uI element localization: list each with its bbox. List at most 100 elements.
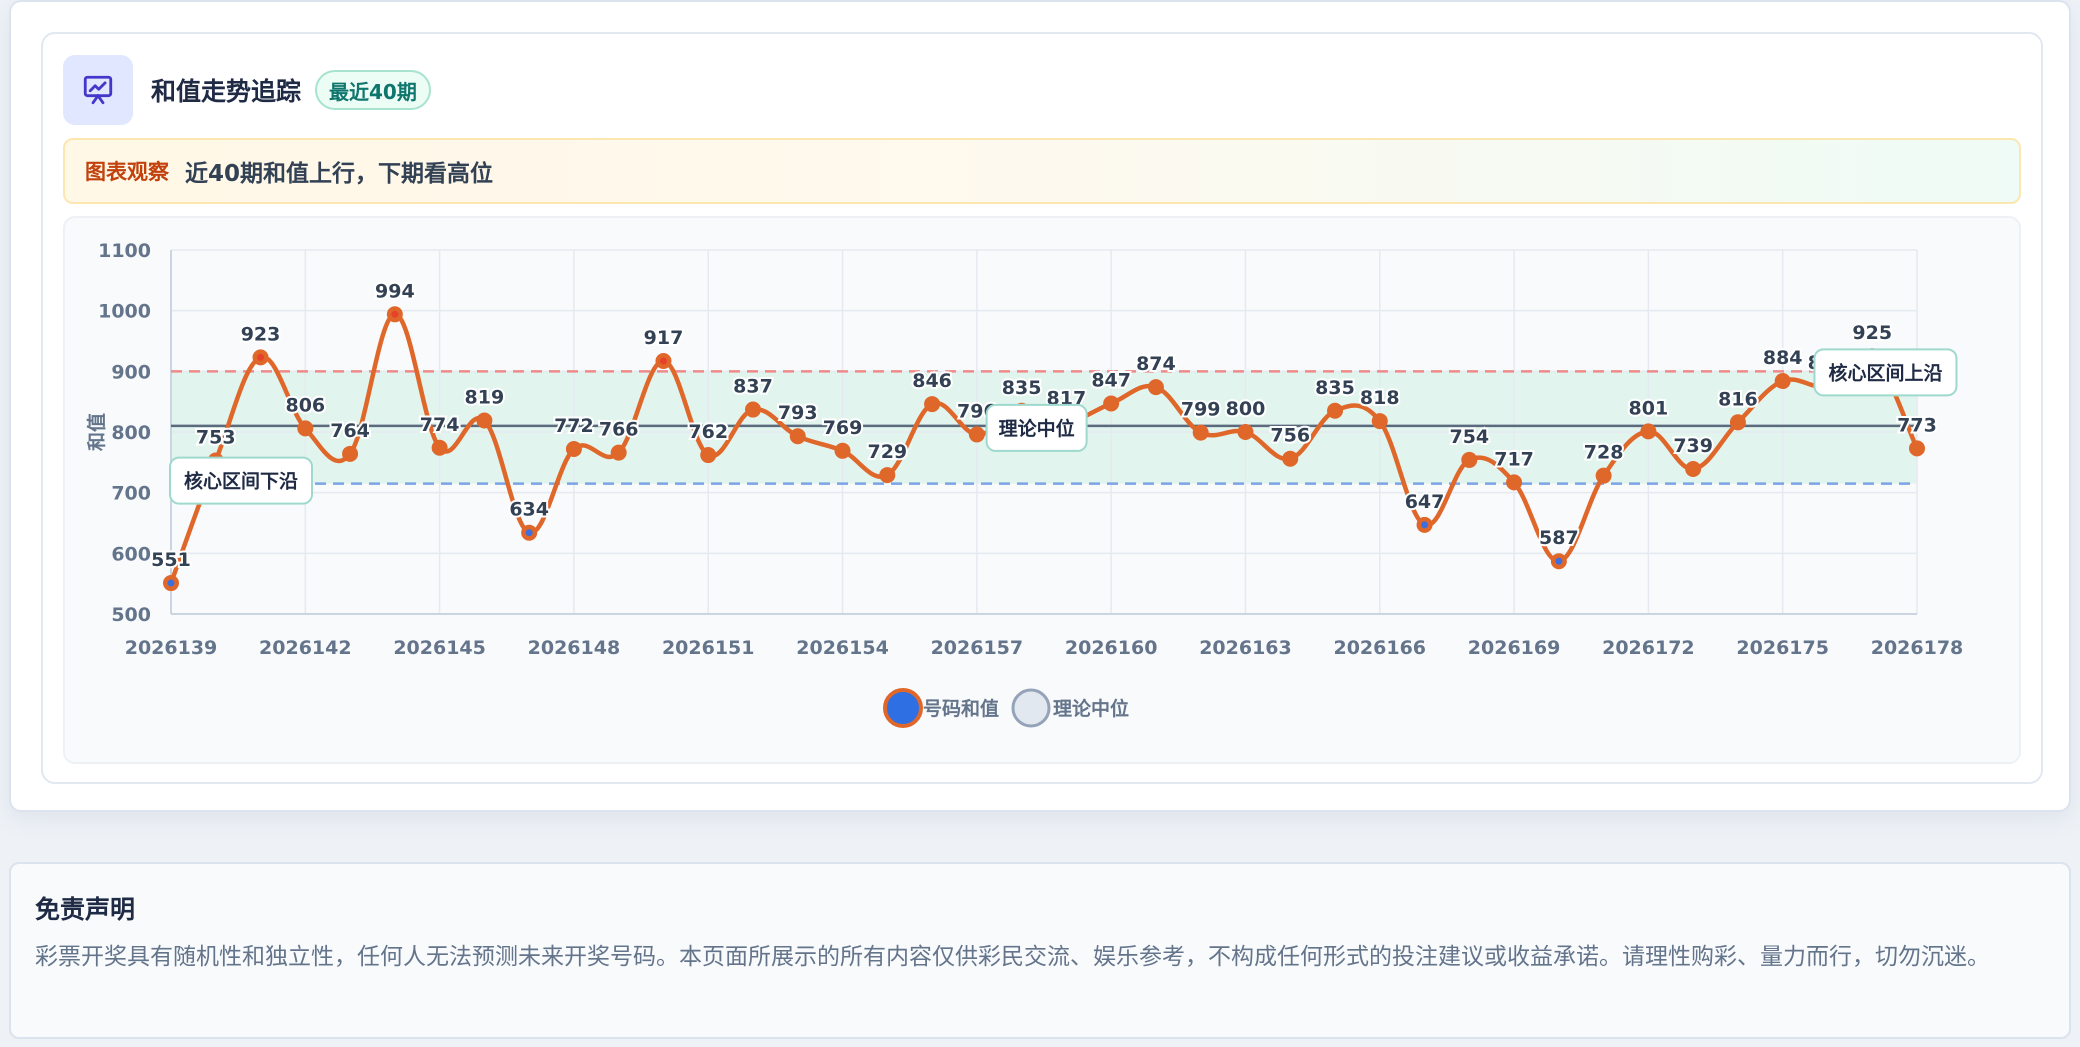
data-point — [1461, 451, 1478, 468]
data-point — [1640, 423, 1657, 440]
data-label: 739 — [1673, 435, 1713, 457]
data-label: 773 — [1897, 414, 1937, 436]
data-point — [1327, 402, 1343, 419]
disclaimer-section: 免责声明 彩票开奖具有随机性和独立性，任何人无法预测未来开奖号码。本页面所展示的… — [9, 862, 2071, 1039]
data-point — [834, 442, 851, 459]
data-label: 806 — [285, 394, 325, 416]
data-point — [297, 420, 314, 437]
data-label: 756 — [1270, 425, 1310, 447]
data-point-marker — [167, 579, 175, 587]
data-point — [1147, 379, 1164, 396]
data-point — [1282, 450, 1299, 467]
data-point — [968, 426, 985, 443]
x-tick-label: 2026139 — [125, 637, 218, 659]
x-tick-label: 2026172 — [1602, 637, 1695, 659]
data-label: 717 — [1494, 448, 1534, 470]
data-label: 846 — [912, 370, 952, 392]
data-label: 764 — [330, 420, 370, 442]
data-label: 923 — [241, 323, 281, 345]
data-label: 835 — [1315, 377, 1355, 399]
data-point-marker — [391, 310, 399, 318]
data-label: 994 — [375, 280, 415, 302]
legend-series-label: 号码和值 — [923, 697, 999, 720]
data-label: 816 — [1718, 388, 1758, 410]
data-label: 837 — [733, 376, 773, 398]
data-label: 793 — [778, 402, 818, 424]
data-label: 884 — [1763, 347, 1803, 369]
data-label: 774 — [420, 414, 460, 436]
insight-text: 近40期和值上行，下期看高位 — [185, 161, 494, 187]
trend-card: 和值走势追踪 最近40期 图表观察 近40期和值上行，下期看高位 500 600 7… — [9, 0, 2071, 812]
chart-panel: 和值走势追踪 最近40期 图表观察 近40期和值上行，下期看高位 500 600 7… — [41, 32, 2043, 784]
median-annotation: 理论中位 — [985, 403, 1088, 452]
lower-bound-annotation-text: 核心区间下沿 — [184, 470, 298, 493]
presentation-chart-icon — [63, 55, 133, 125]
upper-bound-annotation-text: 核心区间上沿 — [1828, 361, 1942, 384]
data-label: 766 — [599, 419, 639, 441]
legend-median-label: 理论中位 — [1053, 697, 1129, 720]
disclaimer-text: 彩票开奖具有随机性和独立性，任何人无法预测未来开奖号码。本页面所展示的所有内容仅… — [35, 944, 1990, 970]
y-tick-label: 900 — [111, 361, 151, 383]
data-point — [1371, 413, 1388, 430]
median-annotation-text: 理论中位 — [999, 417, 1075, 440]
data-label: 917 — [644, 327, 684, 349]
data-point — [565, 440, 582, 457]
data-point — [476, 412, 493, 429]
data-label: 847 — [1091, 369, 1131, 391]
data-point — [1506, 474, 1523, 491]
data-point-marker — [659, 357, 667, 365]
data-point — [924, 396, 941, 413]
sum-trend-chart: 500 600 700 800 900 1000 1100 2026139 2026142 202… — [85, 240, 1963, 728]
data-label: 634 — [509, 499, 549, 521]
x-tick-label: 2026142 — [259, 637, 352, 659]
data-label: 769 — [823, 417, 863, 439]
disclaimer-title: 免责声明 — [35, 895, 136, 924]
y-tick-label: 800 — [111, 422, 151, 444]
data-label: 754 — [1449, 426, 1489, 448]
data-point — [1595, 467, 1612, 484]
data-point — [431, 439, 448, 456]
page-title: 和值走势追踪 — [151, 77, 302, 106]
data-point — [342, 445, 359, 462]
data-point — [700, 447, 717, 464]
data-label: 762 — [688, 421, 728, 443]
data-point — [1685, 461, 1702, 478]
x-tick-label: 2026157 — [931, 637, 1024, 659]
chart-legend: 号码和值 理论中位 — [883, 688, 1129, 728]
data-label: 647 — [1405, 491, 1445, 513]
data-point — [1192, 424, 1209, 441]
data-label: 799 — [1181, 399, 1221, 421]
data-point — [1909, 440, 1925, 457]
data-label: 728 — [1584, 442, 1624, 464]
x-tick-label: 2026148 — [528, 637, 621, 659]
x-tick-label: 2026154 — [796, 637, 889, 659]
data-label: 801 — [1629, 397, 1669, 419]
x-tick-label: 2026169 — [1468, 637, 1561, 659]
data-label: 729 — [867, 441, 907, 463]
data-point — [610, 444, 627, 461]
y-tick-label: 1000 — [98, 301, 151, 323]
data-point — [1237, 424, 1254, 440]
data-label: 874 — [1136, 353, 1176, 375]
data-label: 800 — [1226, 398, 1266, 420]
data-point — [1103, 395, 1120, 412]
y-tick-label: 500 — [111, 604, 151, 626]
data-point — [745, 401, 761, 418]
x-tick-label: 2026151 — [662, 637, 755, 659]
y-axis-label: 和值 — [85, 413, 108, 451]
data-point-marker — [1421, 521, 1429, 529]
chart-area: 500 600 700 800 900 1000 1100 2026139 2026142 202… — [63, 216, 2021, 764]
data-label: 772 — [554, 415, 594, 437]
x-tick-label: 2026175 — [1736, 637, 1829, 659]
data-point-marker — [1555, 557, 1563, 565]
panel-header: 和值走势追踪 最近40期 — [63, 55, 431, 125]
upper-bound-annotation: 核心区间上沿 — [1813, 348, 1958, 397]
period-badge: 最近40期 — [315, 70, 431, 110]
insight-banner: 图表观察 近40期和值上行，下期看高位 — [63, 138, 2021, 204]
insight-label: 图表观察 — [85, 160, 169, 184]
data-point-marker — [525, 529, 533, 537]
data-point — [1729, 414, 1746, 431]
data-point — [1774, 373, 1791, 390]
x-tick-label: 2026166 — [1333, 637, 1426, 659]
y-tick-label: 600 — [111, 543, 151, 565]
